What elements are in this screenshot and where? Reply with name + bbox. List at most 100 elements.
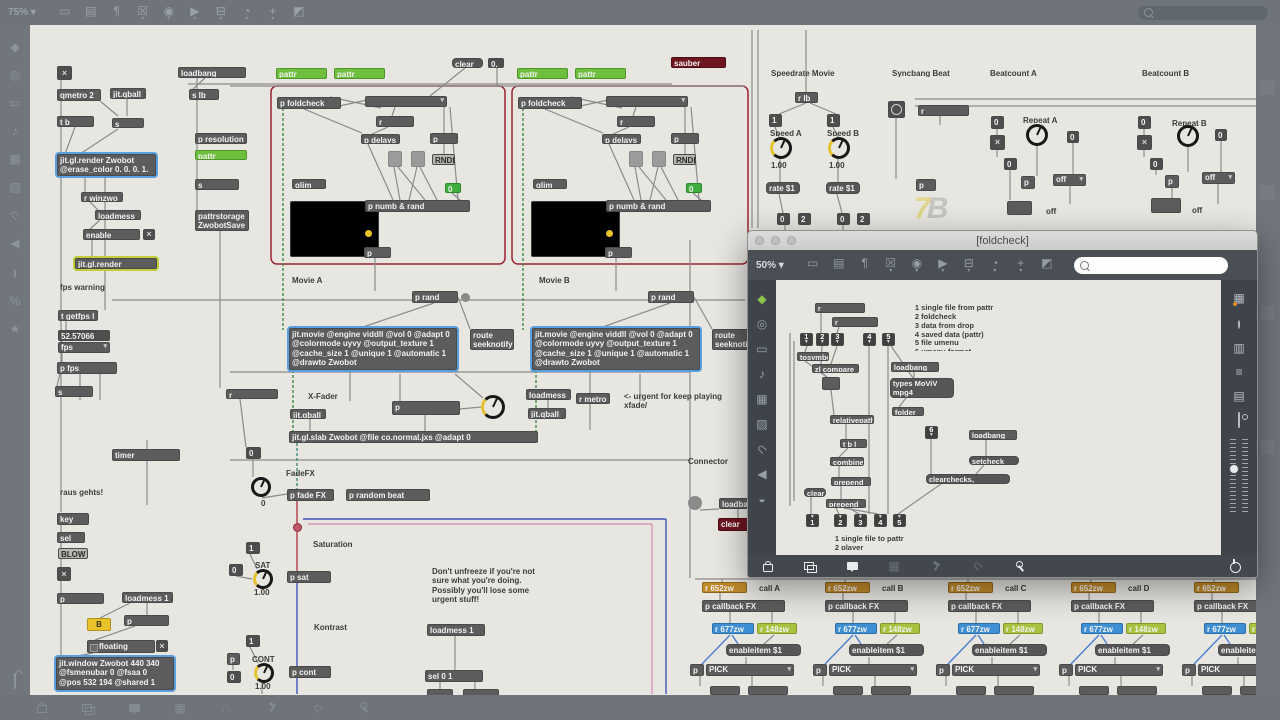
qlim-110[interactable]: qlim 110 — [533, 179, 567, 189]
p-werkstatt[interactable]: p werkstatt — [124, 615, 169, 626]
patcher-lock-icon[interactable] — [14, 675, 16, 687]
0[interactable]: 0 — [246, 447, 261, 459]
main-zoom-level[interactable]: 75% ▾ — [8, 7, 36, 18]
p-numb-rand[interactable]: p numb & rand — [606, 200, 711, 212]
loadbang[interactable]: loadbang — [891, 362, 939, 372]
ui-objects-icon[interactable]: ▭ — [9, 97, 20, 109]
receive-677zw[interactable]: r 677zw — [1204, 623, 1246, 634]
half-circle-icon[interactable]: ◒ — [758, 493, 765, 505]
toggle-erase[interactable]: × — [57, 66, 72, 80]
message-box-icon[interactable]: ▤ — [826, 257, 852, 273]
attach-icon[interactable]: ⊂ — [306, 700, 330, 716]
video-icon[interactable]: ▦ — [756, 393, 767, 405]
reference-book-icon[interactable]: ▤ — [1233, 390, 1244, 402]
favorites-star-icon[interactable]: ★ — [10, 323, 21, 335]
obj[interactable] — [1151, 198, 1181, 213]
floating-attrui[interactable]: floating — [87, 640, 155, 653]
wrench-icon[interactable] — [1008, 558, 1032, 574]
main-search-input[interactable] — [1138, 6, 1268, 20]
pattr-singb1[interactable]: pattr singB1 — [517, 68, 568, 79]
zl-compare-fold[interactable]: zl compare fold — [812, 364, 859, 373]
sauber-machen[interactable]: sauber machen — [671, 57, 726, 68]
combine-1-1[interactable]: combine 1 1 — [830, 457, 864, 466]
p-fade-fx[interactable]: p fade FX — [287, 489, 334, 501]
0[interactable]: 0 — [837, 213, 850, 225]
repeat-b-dial[interactable] — [1177, 125, 1199, 147]
layers-icon[interactable] — [76, 700, 100, 716]
0[interactable]: 0 — [445, 183, 461, 193]
mixer-faders-icon[interactable] — [1230, 438, 1248, 512]
p-delays[interactable]: p delays — [361, 134, 400, 144]
p-cont[interactable]: p cont — [289, 666, 331, 678]
setcheck-8226[interactable]: setcheck 8226 — [969, 456, 1019, 465]
clear[interactable]: clear — [452, 58, 483, 68]
p-fullscreen[interactable]: p fullscreen — [57, 593, 104, 604]
r-schoid842fold[interactable]: r schoid842fold — [815, 303, 865, 313]
enableitem-message[interactable]: enableitem $1 — [1095, 644, 1170, 656]
s-lb[interactable]: s lb — [189, 89, 219, 100]
obj[interactable] — [1240, 686, 1256, 695]
loadmess-1[interactable]: loadmess 1 — [427, 624, 485, 636]
prepend-read[interactable]: prepend read — [826, 499, 866, 508]
speed-b-dial[interactable] — [828, 137, 850, 159]
midi-note-icon[interactable]: ♪ — [759, 368, 765, 380]
toggle-beatcount-b[interactable]: × — [1137, 135, 1152, 150]
jit-gl-render-preview[interactable]: jit.gl.render Preview — [75, 258, 157, 269]
toggle-icon[interactable]: ◉▾ — [904, 257, 930, 273]
0[interactable]: 0 — [991, 116, 1004, 129]
p-sub[interactable]: p — [813, 664, 827, 676]
reddot[interactable] — [293, 523, 302, 532]
receive-652zw[interactable]: r 652zw — [702, 582, 747, 593]
number-box-icon[interactable]: ⊟▾ — [208, 5, 234, 21]
dot[interactable] — [688, 496, 702, 510]
float-zoom-level[interactable]: 50% ▾ — [756, 260, 784, 271]
p[interactable]: p — [671, 133, 699, 144]
0[interactable]: 0 — [229, 564, 243, 576]
hammer-icon[interactable] — [924, 558, 948, 574]
rate-1[interactable]: rate $1 — [826, 182, 860, 194]
enableitem-message[interactable]: enableitem $1 — [726, 644, 801, 656]
0[interactable]: 0 — [686, 183, 702, 193]
lock-icon[interactable] — [756, 558, 780, 574]
6[interactable]: 6▼ — [925, 426, 938, 439]
dot[interactable] — [461, 293, 470, 302]
fadefx-dial[interactable] — [251, 477, 271, 497]
5[interactable]: 5▼ — [882, 333, 895, 346]
midi-note-icon[interactable]: ♪ — [12, 125, 18, 137]
p-sub[interactable]: p — [1182, 664, 1196, 676]
right-sidebar-faded-icon[interactable] — [1260, 185, 1275, 200]
xfader-dial[interactable] — [481, 395, 505, 419]
2[interactable]: 2▼ — [816, 333, 829, 346]
obj[interactable] — [710, 686, 740, 695]
paint-mode-icon[interactable]: ◩ — [286, 5, 312, 21]
5[interactable]: ▼5 — [893, 514, 906, 527]
percent-icon[interactable]: % — [10, 295, 21, 307]
p[interactable]: p — [916, 179, 936, 191]
r-resetallzwo[interactable]: r resetallzwo — [918, 105, 969, 116]
enableitem-message[interactable]: enableitem $1 — [849, 644, 924, 656]
p[interactable]: p — [1021, 176, 1035, 189]
prepend-read[interactable]: prepend read — [831, 477, 871, 486]
p-callback-fx[interactable]: p callback FX — [948, 600, 1031, 612]
receive-652zw[interactable]: r 652zw — [948, 582, 993, 593]
p-delays[interactable]: p delays — [602, 134, 641, 144]
video-icon[interactable]: ▦ — [9, 153, 20, 165]
receive-677zw[interactable]: r 677zw — [1081, 623, 1123, 634]
s-fpszwo[interactable]: s fpszwo — [55, 386, 93, 397]
cont-dial[interactable] — [254, 663, 274, 683]
add-object-icon[interactable]: +▾ — [260, 5, 286, 21]
qlim-110[interactable]: qlim 110 — [292, 179, 326, 189]
obj[interactable] — [1202, 686, 1232, 695]
hierarchy-icon[interactable]: ∴ — [214, 700, 238, 716]
dial-icon[interactable]: ◔▾ — [234, 5, 260, 21]
sq[interactable] — [411, 151, 425, 167]
obj[interactable] — [833, 686, 863, 695]
loadmess-0[interactable]: loadmess 0 — [95, 210, 141, 220]
hammer-icon[interactable] — [260, 700, 284, 716]
4[interactable]: 4▼ — [863, 333, 876, 346]
foldcheck-titlebar[interactable]: [foldcheck] — [748, 231, 1257, 250]
key[interactable]: key — [57, 513, 89, 525]
grid-overlay-icon[interactable]: ▦ — [1233, 292, 1244, 304]
jit-movie-b[interactable]: jit.movie @engine viddll @vol 0 @adapt 0… — [532, 328, 700, 370]
grid-icon[interactable]: ▦ — [882, 558, 906, 574]
